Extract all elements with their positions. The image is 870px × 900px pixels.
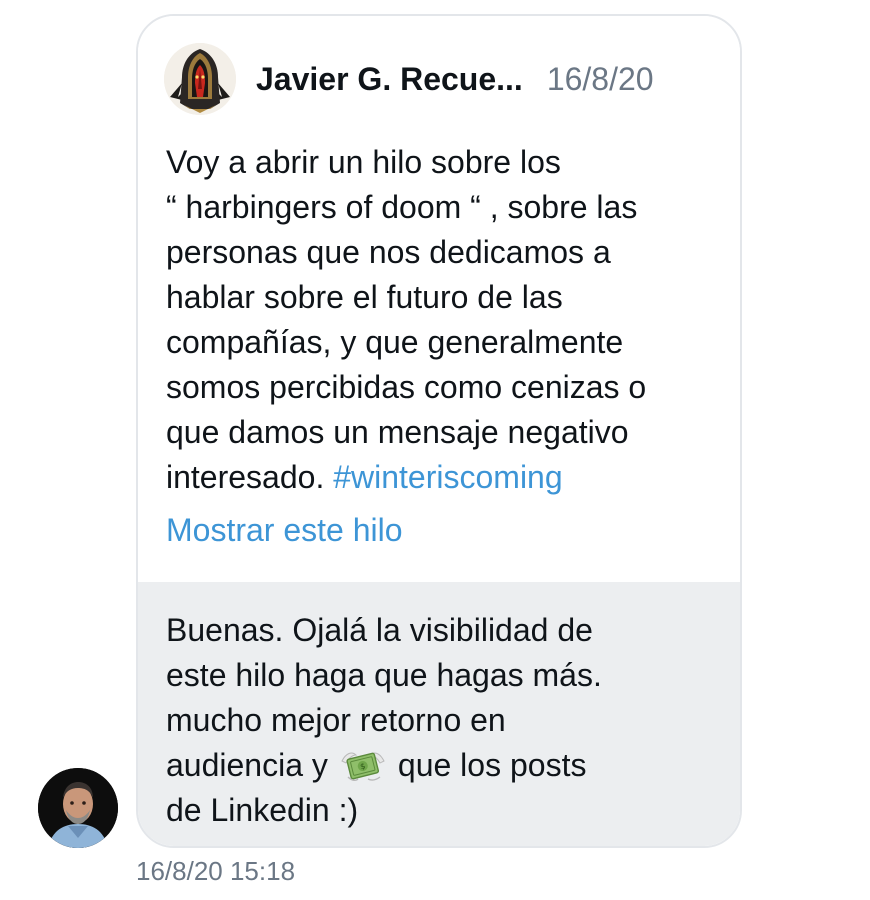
tweet-date: 16/8/20: [546, 60, 654, 97]
hashtag-link[interactable]: #winteriscoming: [333, 459, 562, 495]
text-line: personas que nos dedicamos a: [166, 234, 611, 270]
reply-line: este hilo haga que hagas más.: [166, 657, 602, 693]
text-line: somos percibidas como cenizas o: [166, 369, 647, 405]
text-line: compañías, y que generalmente: [166, 324, 624, 360]
reply-text: Buenas. Ojalá la visibilidad de este hil…: [166, 608, 726, 833]
message-timestamp: 16/8/20 15:18: [136, 856, 296, 886]
text-line: Voy a abrir un hilo sobre los: [166, 144, 561, 180]
text-line: interesado.: [166, 459, 325, 495]
dm-conversation: Javier G. Recue... 16/8/20 Voy a abrir u…: [0, 0, 870, 900]
reply-line: de Linkedin :): [166, 792, 359, 828]
message-bubble[interactable]: Javier G. Recue... 16/8/20 Voy a abrir u…: [136, 14, 742, 848]
reply-line: Buenas. Ojalá la visibilidad de: [166, 612, 593, 648]
avatar-photo: [38, 768, 118, 848]
text-line: hablar sobre el futuro de las: [166, 279, 563, 315]
show-thread-link[interactable]: Mostrar este hilo: [166, 508, 403, 552]
user-photo-avatar-icon[interactable]: [38, 768, 118, 848]
quoted-tweet-card[interactable]: Javier G. Recue... 16/8/20 Voy a abrir u…: [138, 16, 740, 582]
text-line-last: interesado. #winteriscoming: [166, 455, 726, 500]
reply-segment: que los posts: [397, 747, 587, 783]
author-name[interactable]: Javier G. Recue...: [256, 61, 523, 98]
reply-line-with-emoji: audiencia y $ que los posts: [166, 743, 726, 788]
text-line: “ harbingers of doom “ , sobre las: [166, 189, 638, 225]
reply-message: Buenas. Ojalá la visibilidad de este hil…: [138, 582, 740, 846]
quoted-tweet-text: Voy a abrir un hilo sobre los “ harbinge…: [166, 140, 726, 500]
avatar-image: [164, 43, 236, 115]
quoted-tweet-header: Javier G. Recue... 16/8/20: [164, 42, 654, 116]
hooded-figure-avatar-icon[interactable]: [164, 43, 236, 115]
reply-segment: audiencia y: [166, 747, 328, 783]
reply-line: mucho mejor retorno en: [166, 702, 506, 738]
text-line: que damos un mensaje negativo: [166, 414, 629, 450]
money-with-wings-icon: $: [340, 747, 386, 785]
